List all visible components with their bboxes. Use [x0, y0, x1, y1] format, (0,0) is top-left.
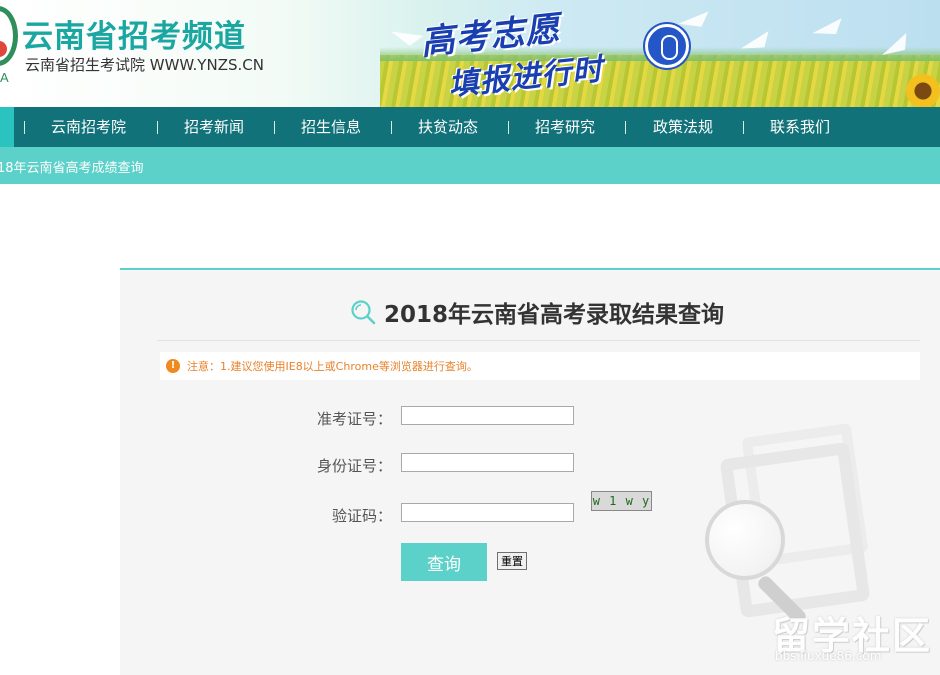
- captcha-input[interactable]: [401, 503, 574, 522]
- breadcrumb-bar: 18年云南省高考成绩查询: [0, 147, 940, 184]
- reset-button[interactable]: 重置: [497, 552, 527, 570]
- captcha-image[interactable]: w 1 w y: [591, 491, 652, 511]
- nav-divider: [391, 121, 392, 134]
- breadcrumb[interactable]: 18年云南省高考成绩查询: [0, 157, 144, 176]
- watermark-url: bbs.liuxue86.com: [775, 649, 882, 663]
- site-header: A 云南省招考频道 云南省招生考试院 WWW.YNZS.CN 高考志愿 填报进行…: [0, 0, 940, 107]
- nav-item-yunnan-exam-institute[interactable]: 云南招考院: [51, 107, 126, 147]
- page-title: 2018年云南省高考录取结果查询: [384, 302, 725, 328]
- nav-divider: [24, 121, 25, 134]
- main-nav: 云南招考院 招考新闻 招生信息 扶贫动态 招考研究 政策法规 联系我们: [0, 107, 940, 147]
- notice-text: 注意：1.建议您使用IE8以上或Chrome等浏览器进行查询。: [187, 360, 478, 373]
- nav-item-contact-us[interactable]: 联系我们: [770, 107, 830, 147]
- paper-plane-icon: [811, 18, 846, 40]
- site-subtitle: 云南省招生考试院 WWW.YNZS.CN: [25, 56, 264, 74]
- nav-divider: [274, 121, 275, 134]
- nav-item-exam-research[interactable]: 招考研究: [535, 107, 595, 147]
- warning-icon: !: [166, 359, 180, 373]
- nav-item-admission-info[interactable]: 招生信息: [301, 107, 361, 147]
- logo-icon[interactable]: [0, 6, 18, 66]
- nav-divider: [743, 121, 744, 134]
- sunflower-icon: [906, 74, 940, 107]
- captcha-label: 验证码：: [331, 507, 392, 525]
- site-title[interactable]: 云南省招考频道: [22, 11, 246, 56]
- browser-notice: ! 注意：1.建议您使用IE8以上或Chrome等浏览器进行查询。: [160, 352, 920, 380]
- query-button[interactable]: 查询: [401, 543, 487, 581]
- search-icon: [350, 299, 376, 325]
- id-card-row: 身份证号：: [120, 453, 940, 475]
- magnifier-graphic: [705, 500, 785, 580]
- title-divider: [157, 340, 920, 341]
- nav-item-policies[interactable]: 政策法规: [653, 107, 713, 147]
- nav-item-poverty-relief[interactable]: 扶贫动态: [418, 107, 478, 147]
- nav-divider: [157, 121, 158, 134]
- nav-divider: [508, 121, 509, 134]
- panel-title-row: 2018年云南省高考录取结果查询: [350, 295, 724, 329]
- exam-id-label: 准考证号：: [316, 410, 392, 428]
- paper-plane-icon: [677, 11, 711, 30]
- id-card-label: 身份证号：: [316, 457, 392, 475]
- logo-letter: A: [0, 70, 9, 85]
- watermark: 留学社区 bbs.liuxue86.com: [772, 605, 932, 675]
- exam-id-input[interactable]: [401, 406, 574, 425]
- exam-id-row: 准考证号：: [120, 406, 940, 428]
- paper-plane-icon: [389, 25, 424, 49]
- captcha-row: 验证码： w 1 w y: [120, 491, 940, 525]
- id-card-input[interactable]: [401, 453, 574, 472]
- mouse-icon: [645, 24, 689, 68]
- nav-item-exam-news[interactable]: 招考新闻: [184, 107, 244, 147]
- nav-divider: [625, 121, 626, 134]
- nav-active-home-stub[interactable]: [0, 107, 14, 147]
